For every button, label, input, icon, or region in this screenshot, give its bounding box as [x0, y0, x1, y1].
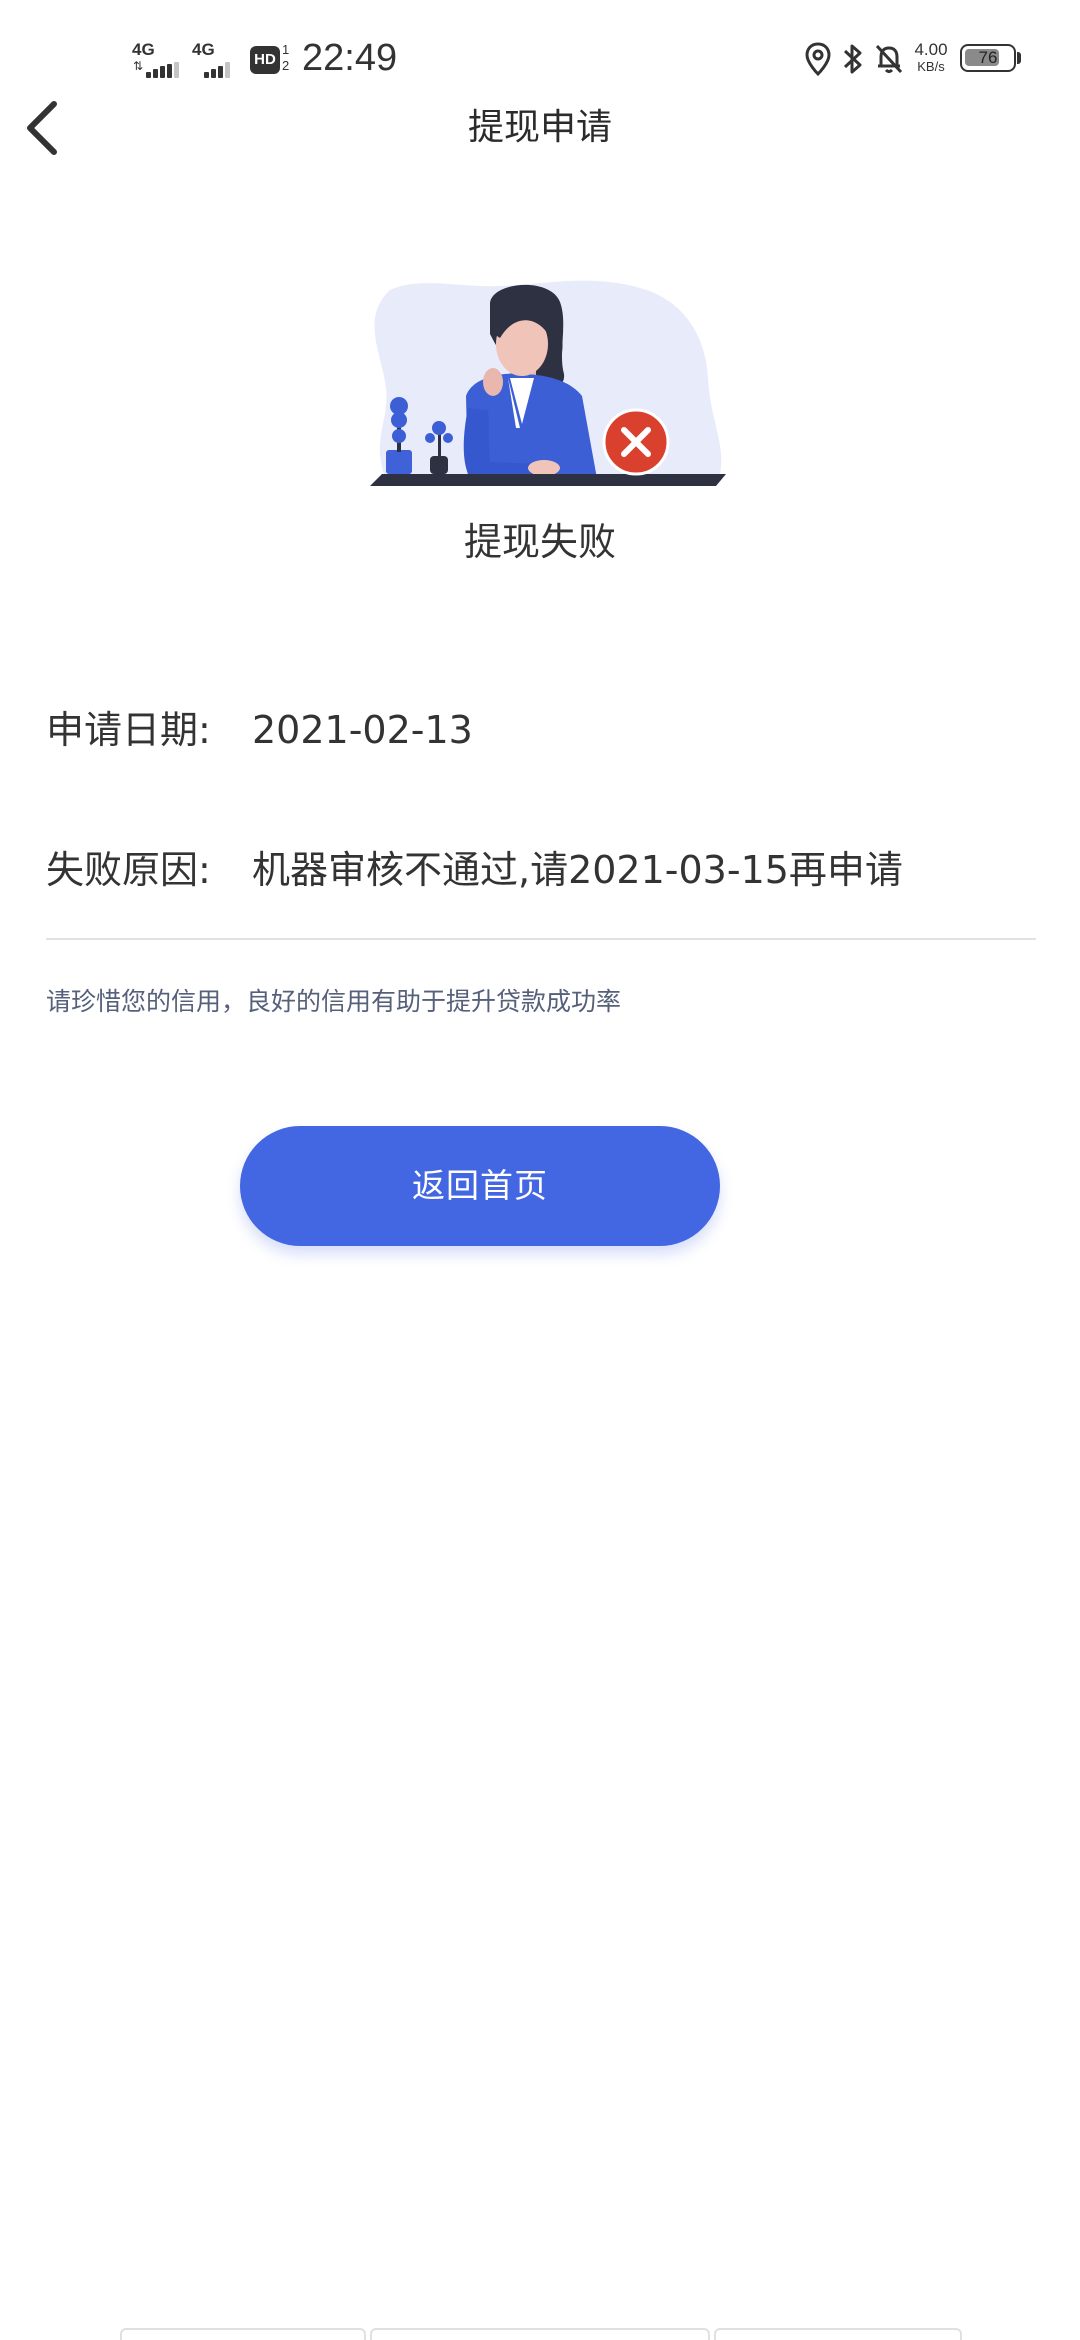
hd-label: HD — [250, 46, 280, 74]
chevron-left-icon — [27, 101, 57, 155]
apply-date-label: 申请日期: — [46, 708, 211, 752]
data-arrows-icon: ⇅ — [133, 59, 144, 73]
result-title: 提现失败 — [463, 520, 616, 564]
divider — [46, 938, 1036, 940]
close-icon — [602, 408, 670, 476]
bluetooth-icon — [843, 44, 862, 74]
back-to-home-button[interactable]: 返回首页 — [240, 1126, 720, 1246]
gesture-bar-segment — [370, 2328, 710, 2340]
apply-date-value: 2021-02-13 — [252, 708, 473, 752]
clock: 22:49 — [302, 37, 398, 79]
back-button[interactable] — [18, 96, 74, 160]
page-title: 提现申请 — [467, 107, 612, 148]
battery-level: 76 — [978, 48, 998, 67]
network-speed: 4.00 KB/s — [906, 40, 956, 74]
credit-note: 请珍惜您的信用，良好的信用有助于提升贷款成功率 — [46, 987, 622, 1016]
network-speed-value: 4.00 — [914, 40, 948, 59]
battery-icon: 76 — [960, 44, 1016, 72]
gesture-bar-segment — [120, 2328, 366, 2340]
network-type-label: 4G — [192, 40, 215, 59]
location-icon — [805, 42, 831, 76]
failure-reason-label: 失败原因: — [46, 848, 211, 892]
battery-cap — [1017, 52, 1021, 64]
bell-off-icon — [875, 44, 903, 74]
network-type-label: 4G — [132, 40, 155, 59]
gesture-bar-segment — [714, 2328, 962, 2340]
network-speed-unit: KB/s — [917, 59, 945, 74]
failure-reason-value: 机器审核不通过,请2021-03-15再申请 — [252, 848, 903, 892]
hd-slot-numbers: 1 2 — [282, 42, 290, 73]
hd-voice-icon: HD 1 2 — [250, 42, 294, 74]
failure-illustration — [350, 278, 730, 492]
